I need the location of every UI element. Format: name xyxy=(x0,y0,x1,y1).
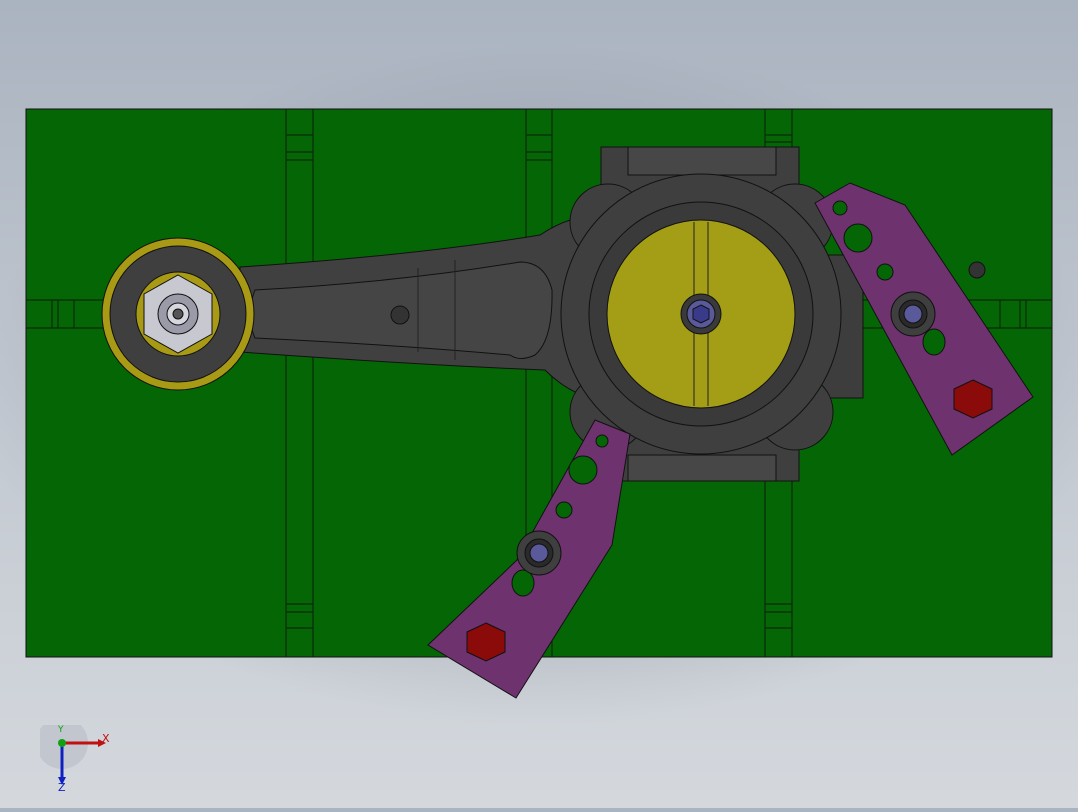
triad-backdrop xyxy=(36,717,88,769)
y-axis-label: Y xyxy=(58,725,64,735)
coordinate-triad[interactable]: X Y Z xyxy=(36,717,130,795)
big-end[interactable] xyxy=(560,173,864,455)
plate-hole xyxy=(968,261,986,279)
cad-model-view[interactable] xyxy=(0,0,1078,808)
rod-oil-hole xyxy=(390,305,410,325)
graphics-viewport[interactable]: X Y Z xyxy=(0,0,1078,808)
x-axis-label: X xyxy=(102,732,110,745)
y-axis-dot xyxy=(58,739,66,747)
z-axis-label: Z xyxy=(58,781,66,794)
